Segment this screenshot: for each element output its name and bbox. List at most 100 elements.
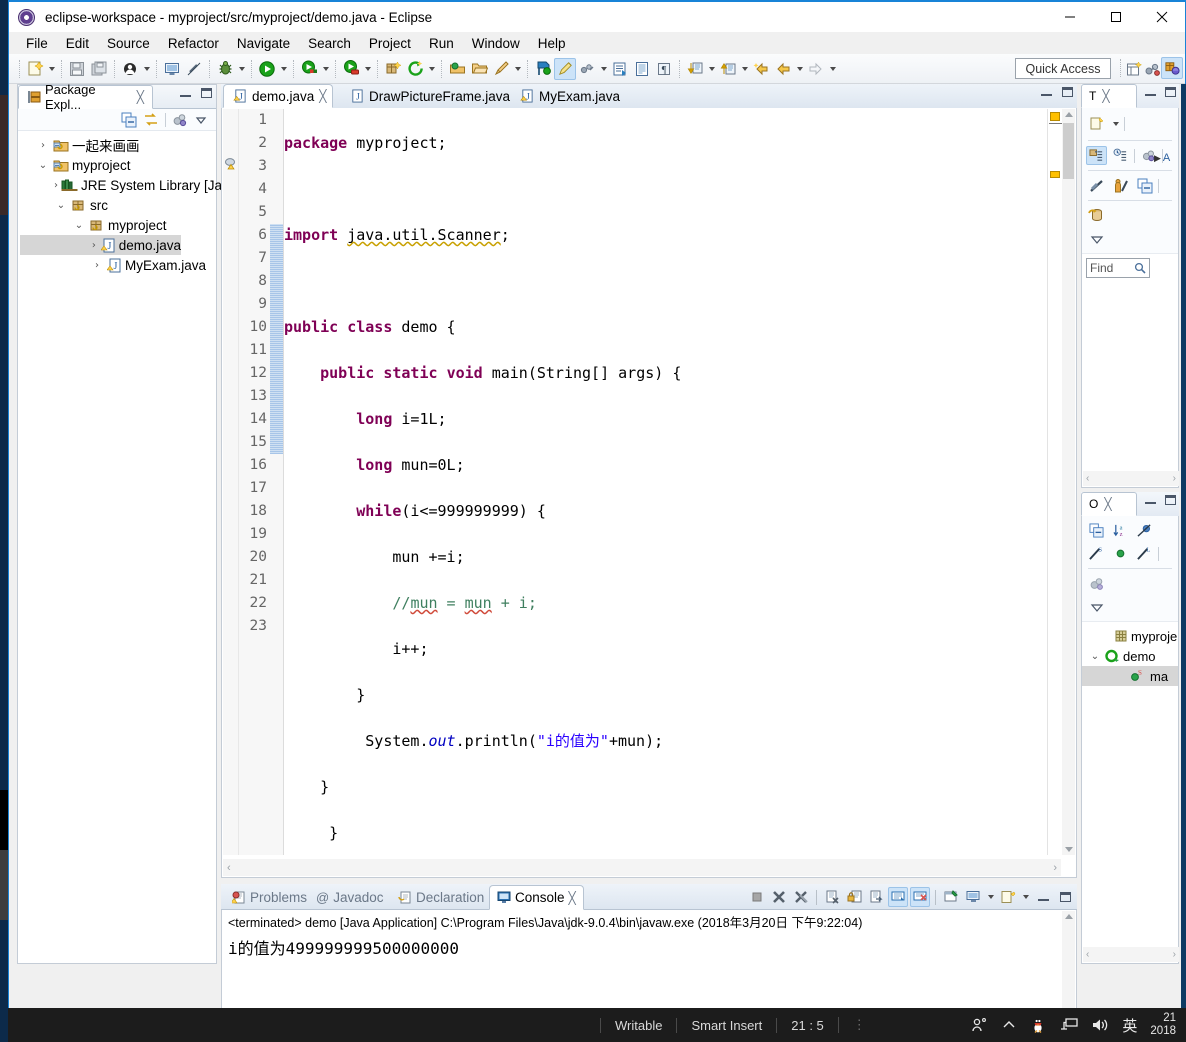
back-dropdown-icon[interactable]: [794, 58, 805, 80]
collapse-all-icon[interactable]: [1134, 176, 1155, 195]
menu-search[interactable]: Search: [299, 34, 360, 53]
view-menu-icon[interactable]: [1086, 229, 1107, 248]
link-with-editor-icon[interactable]: [143, 112, 159, 128]
editor-code[interactable]: package myproject; import java.util.Scan…: [284, 109, 1044, 855]
sort-icon[interactable]: az: [1110, 521, 1131, 540]
minimize-icon[interactable]: [180, 89, 191, 97]
open-type-icon[interactable]: [446, 58, 468, 80]
minimize-icon[interactable]: [1041, 88, 1052, 96]
last-edit-location-icon[interactable]: [750, 58, 772, 80]
chevron-right-icon[interactable]: ›: [54, 180, 58, 191]
scroll-up-icon[interactable]: [1065, 914, 1073, 919]
person-icon[interactable]: [1110, 176, 1131, 195]
menu-edit[interactable]: Edit: [57, 34, 98, 53]
hide-fields-icon[interactable]: [1134, 521, 1155, 540]
menu-file[interactable]: File: [17, 34, 57, 53]
tab-myexam-java[interactable]: J MyExam.java: [511, 84, 629, 108]
chevron-down-icon[interactable]: ⌄: [1088, 651, 1102, 662]
minimize-icon[interactable]: [1145, 88, 1156, 96]
link-icon[interactable]: [183, 58, 205, 80]
tree-item-jre-system-library[interactable]: › JRE System Library [Jav: [20, 175, 229, 195]
close-icon[interactable]: ╳: [319, 89, 326, 103]
show-console-on-error-icon[interactable]: [910, 887, 930, 907]
collapse-all-icon[interactable]: [121, 112, 137, 128]
scroll-right-icon[interactable]: ›: [1173, 949, 1176, 960]
show-console-on-output-icon[interactable]: [888, 887, 908, 907]
toggle-mark-occurrences-icon[interactable]: [532, 58, 554, 80]
new-java-console-icon[interactable]: [161, 58, 183, 80]
tab-declaration[interactable]: Declaration: [391, 885, 491, 910]
focus-on-active-task-icon[interactable]: [1086, 574, 1107, 593]
minimize-button[interactable]: [1047, 2, 1093, 32]
minimize-icon[interactable]: [1145, 496, 1156, 504]
ime-icon[interactable]: 英: [1122, 1015, 1137, 1036]
tree-item-demo-java[interactable]: › J demo.java: [20, 235, 181, 255]
run-dropdown-icon[interactable]: [278, 58, 289, 80]
quick-access-input[interactable]: Quick Access: [1015, 58, 1111, 79]
chevron-right-icon[interactable]: ›: [36, 140, 50, 151]
view-menu-icon[interactable]: [194, 113, 208, 127]
search-icon[interactable]: [490, 58, 512, 80]
scroll-right-icon[interactable]: ›: [1173, 473, 1176, 484]
back-icon[interactable]: [772, 58, 794, 80]
open-task-icon[interactable]: [468, 58, 490, 80]
chevron-down-icon[interactable]: ⌄: [54, 200, 68, 211]
chevron-down-icon[interactable]: ⌄: [36, 160, 50, 171]
minimize-icon[interactable]: [1033, 887, 1053, 907]
network-icon[interactable]: [1060, 1017, 1079, 1033]
save-all-icon[interactable]: [88, 58, 110, 80]
maximize-icon[interactable]: [1165, 87, 1176, 97]
search-icon[interactable]: [1134, 262, 1146, 274]
new-task-dropdown-icon[interactable]: [1110, 113, 1121, 135]
editor-folding-column[interactable]: [270, 109, 284, 855]
open-console-dropdown-icon[interactable]: [1020, 886, 1031, 908]
outline-item-class-demo[interactable]: ⌄ demo: [1082, 646, 1178, 666]
scroll-lock-icon[interactable]: [844, 887, 864, 907]
terminate-icon[interactable]: [747, 887, 767, 907]
qq-icon[interactable]: [1029, 1016, 1047, 1034]
scroll-left-icon[interactable]: ‹: [1086, 473, 1089, 484]
open-task-view-icon[interactable]: [609, 58, 631, 80]
word-wrap-icon[interactable]: [866, 887, 886, 907]
remove-all-terminated-icon[interactable]: [791, 887, 811, 907]
menu-window[interactable]: Window: [463, 34, 529, 53]
restore-tasks-icon[interactable]: [1086, 206, 1107, 225]
hide-local-types-icon[interactable]: L: [1134, 544, 1155, 563]
maximize-icon[interactable]: [1055, 887, 1075, 907]
coverage-dropdown-icon[interactable]: [320, 58, 331, 80]
focus-on-active-task-icon[interactable]: [172, 112, 188, 128]
java-perspective-icon[interactable]: [1161, 57, 1183, 79]
save-icon[interactable]: [66, 58, 88, 80]
menu-help[interactable]: Help: [529, 34, 575, 53]
hide-non-public-icon[interactable]: [1110, 544, 1131, 563]
scroll-up-icon[interactable]: [1065, 112, 1073, 117]
tab-package-explorer[interactable]: Package Expl... ╳: [18, 82, 153, 112]
display-selected-console-dropdown-icon[interactable]: [985, 886, 996, 908]
tree-item-project-myproject[interactable]: ⌄ myproject: [20, 155, 216, 175]
menu-source[interactable]: Source: [98, 34, 159, 53]
editor-marker-column[interactable]: [223, 109, 239, 855]
close-icon[interactable]: ╳: [137, 90, 144, 104]
close-icon[interactable]: ╳: [569, 891, 576, 905]
tree-item-package-myproject[interactable]: ⌄ myproject: [20, 215, 216, 235]
show-hidden-icons-icon[interactable]: [1002, 1018, 1016, 1032]
tab-outline[interactable]: O ╳: [1081, 492, 1137, 516]
previous-annotation-dropdown-icon[interactable]: [739, 58, 750, 80]
synchronize-changed-icon[interactable]: [1086, 176, 1107, 195]
maximize-icon[interactable]: [201, 88, 212, 98]
tab-problems[interactable]: Problems: [225, 885, 314, 910]
scroll-down-icon[interactable]: [1065, 847, 1073, 852]
open-report-icon[interactable]: [631, 58, 653, 80]
tab-demo-java[interactable]: J demo.java ╳: [223, 84, 333, 108]
view-menu-icon[interactable]: [1086, 597, 1107, 616]
pin-console-icon[interactable]: [941, 887, 961, 907]
toggle-breadcrumb-dropdown-icon[interactable]: [598, 58, 609, 80]
editor-overview-ruler[interactable]: [1047, 109, 1062, 855]
menu-navigate[interactable]: Navigate: [228, 34, 299, 53]
forward-icon[interactable]: [805, 58, 827, 80]
coverage-icon[interactable]: [298, 58, 320, 80]
tab-javadoc[interactable]: @ Javadoc: [309, 885, 391, 910]
debug-dropdown-icon[interactable]: [236, 58, 247, 80]
editor-scroll-thumb[interactable]: [1063, 123, 1074, 179]
volume-icon[interactable]: [1091, 1017, 1109, 1033]
